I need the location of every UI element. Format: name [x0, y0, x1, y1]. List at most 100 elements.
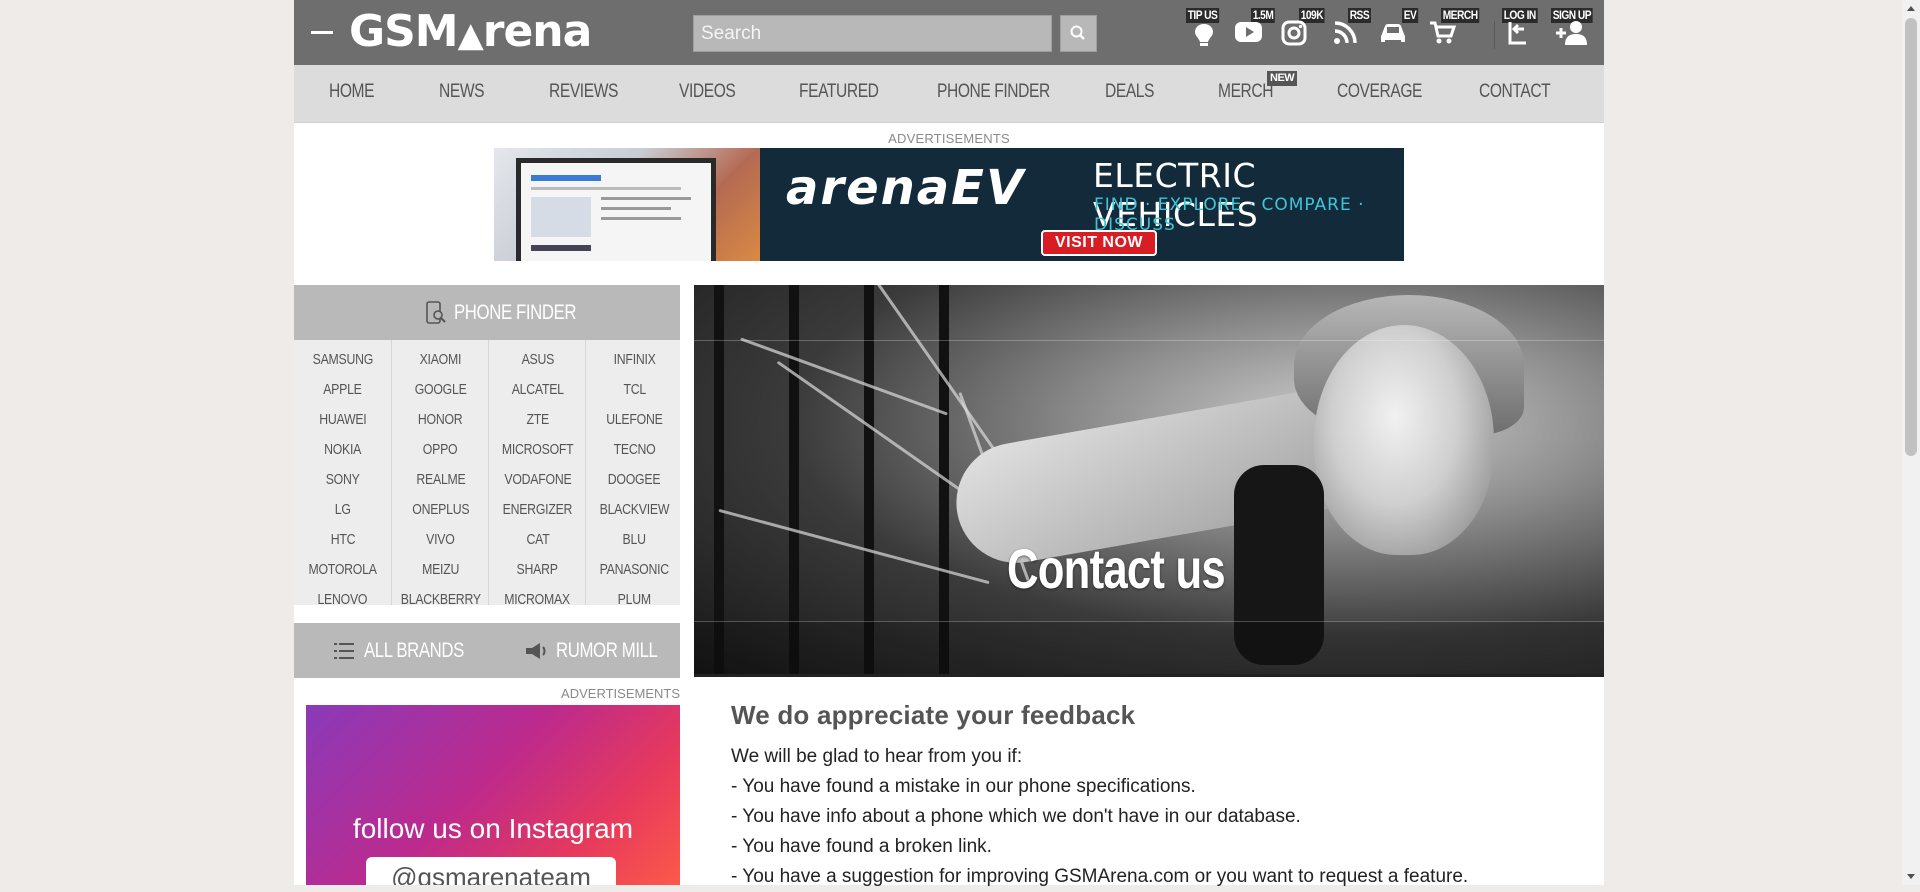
brand-link[interactable]: ALCATEL: [489, 375, 586, 405]
scrollbar-thumb[interactable]: [1905, 18, 1917, 456]
sidebar-ad-label: ADVERTISEMENTS: [561, 686, 680, 701]
all-brands-label: ALL BRANDS: [364, 639, 464, 662]
site-logo[interactable]: GSM▲rena: [349, 6, 592, 61]
brand-link[interactable]: VIVO: [392, 525, 489, 555]
article-heading: We do appreciate your feedback: [731, 700, 1136, 730]
lightbulb-icon: [1195, 24, 1213, 46]
scroll-up-icon[interactable]: [1907, 6, 1915, 11]
merch-link[interactable]: MERCH: [1426, 0, 1480, 65]
top-bar: GSM▲rena TIP US 1.5M: [294, 0, 1604, 65]
brand-link[interactable]: HONOR: [392, 405, 489, 435]
ad-subtitle: FIND · EXPLORE · COMPARE · DISCUSS: [1094, 195, 1365, 235]
brand-link[interactable]: LG: [294, 495, 391, 525]
all-brands-link[interactable]: ALL BRANDS: [334, 623, 489, 678]
brand-link[interactable]: MICROMAX: [489, 585, 586, 615]
article-line: - You have info about a phone which we d…: [731, 806, 1301, 827]
article-intro: We will be glad to hear from you if:: [731, 746, 1023, 767]
brand-link[interactable]: BLACKBERRY: [392, 585, 489, 615]
brand-link[interactable]: HUAWEI: [294, 405, 391, 435]
instagram-ad[interactable]: follow us on Instagram @gsmarenateam: [306, 705, 680, 885]
search-input[interactable]: [694, 16, 1052, 51]
add-user-icon: [1556, 21, 1587, 45]
instagram-handle: @gsmarenateam: [366, 857, 616, 885]
brand-link[interactable]: ASUS: [489, 345, 586, 375]
nav-deals[interactable]: DEALS: [1105, 65, 1154, 122]
log-in-link[interactable]: LOG IN: [1502, 0, 1546, 65]
hero-image: [694, 285, 1604, 677]
nav-reviews[interactable]: REVIEWS: [549, 65, 618, 122]
nav-news[interactable]: NEWS: [439, 65, 485, 122]
brand-link[interactable]: APPLE: [294, 375, 391, 405]
list-icon: [334, 643, 354, 659]
nav-contact[interactable]: CONTACT: [1479, 65, 1551, 122]
brand-link[interactable]: DOOGEE: [586, 465, 683, 495]
nav-home[interactable]: HOME: [329, 65, 375, 122]
instagram-link[interactable]: 109K: [1278, 0, 1325, 65]
brand-link[interactable]: PLUM: [586, 585, 683, 615]
brand-link[interactable]: XIAOMI: [392, 345, 489, 375]
brand-link[interactable]: TCL: [586, 375, 683, 405]
brand-link[interactable]: SHARP: [489, 555, 586, 585]
menu-toggle-icon[interactable]: [311, 31, 333, 34]
brand-link[interactable]: ONEPLUS: [392, 495, 489, 525]
brand-link[interactable]: GOOGLE: [392, 375, 489, 405]
tip-us-link[interactable]: TIP US: [1186, 0, 1226, 65]
brand-link[interactable]: TECNO: [586, 435, 683, 465]
phone-finder-title: PHONE FINDER: [454, 301, 577, 324]
brand-link[interactable]: PANASONIC: [586, 555, 683, 585]
brand-grid: SAMSUNG APPLE HUAWEI NOKIA SONY LG HTC M…: [294, 340, 683, 608]
arenaev-ad-banner[interactable]: arenaEV ELECTRIC VEHICLES FIND · EXPLORE…: [494, 148, 1404, 261]
phone-finder-header[interactable]: PHONE FINDER: [294, 285, 680, 340]
search-box: [693, 15, 1052, 52]
brand-link[interactable]: ZTE: [489, 405, 586, 435]
nav-merch[interactable]: MERCH: [1218, 65, 1273, 122]
brand-link[interactable]: MICROSOFT: [489, 435, 586, 465]
nav-featured[interactable]: FEATURED: [799, 65, 879, 122]
car-icon: [1381, 24, 1405, 42]
brand-link[interactable]: INFINIX: [586, 345, 683, 375]
brand-column: SAMSUNG APPLE HUAWEI NOKIA SONY LG HTC M…: [294, 340, 391, 608]
brand-link[interactable]: NOKIA: [294, 435, 391, 465]
brand-link[interactable]: OPPO: [392, 435, 489, 465]
rumor-mill-label: RUMOR MILL: [556, 639, 658, 662]
ev-link[interactable]: EV: [1378, 0, 1420, 65]
brand-column: ASUS ALCATEL ZTE MICROSOFT VODAFONE ENER…: [488, 340, 586, 608]
phone-search-icon: [426, 301, 446, 324]
rss-link[interactable]: RSS: [1330, 0, 1372, 65]
brand-link[interactable]: SAMSUNG: [294, 345, 391, 375]
brand-link[interactable]: BLACKVIEW: [586, 495, 683, 525]
search-button[interactable]: [1060, 15, 1097, 52]
brand-link[interactable]: LENOVO: [294, 585, 391, 615]
brand-link[interactable]: HTC: [294, 525, 391, 555]
nav-coverage[interactable]: COVERAGE: [1337, 65, 1422, 122]
brand-column: INFINIX TCL ULEFONE TECNO DOOGEE BLACKVI…: [585, 340, 683, 608]
rss-icon: [1334, 21, 1357, 44]
sidebar: PHONE FINDER SAMSUNG APPLE HUAWEI NOKIA …: [294, 285, 680, 885]
article-line: - You have a suggestion for improving GS…: [731, 866, 1469, 887]
brand-link[interactable]: MEIZU: [392, 555, 489, 585]
ad-brand-logo: arenaEV: [786, 160, 1026, 216]
scroll-down-icon[interactable]: [1907, 874, 1915, 879]
page-scrollbar[interactable]: [1902, 0, 1920, 885]
rumor-mill-link[interactable]: RUMOR MILL: [524, 623, 683, 678]
brand-link[interactable]: CAT: [489, 525, 586, 555]
nav-phone-finder[interactable]: PHONE FINDER: [937, 65, 1050, 122]
brand-link[interactable]: VODAFONE: [489, 465, 586, 495]
main-nav: HOME NEWS REVIEWS VIDEOS FEATURED PHONE …: [294, 65, 1604, 123]
brand-link[interactable]: ULEFONE: [586, 405, 683, 435]
sign-up-link[interactable]: SIGN UP: [1548, 0, 1602, 65]
brand-link[interactable]: SONY: [294, 465, 391, 495]
top-bar-divider: [1494, 21, 1495, 49]
brand-link[interactable]: ENERGIZER: [489, 495, 586, 525]
nav-videos[interactable]: VIDEOS: [679, 65, 736, 122]
ad-visit-button[interactable]: VISIT NOW: [1041, 230, 1157, 256]
youtube-link[interactable]: 1.5M: [1232, 0, 1278, 65]
brand-link[interactable]: BLU: [586, 525, 683, 555]
laptop-illustration: [516, 158, 716, 261]
brand-link[interactable]: MOTOROLA: [294, 555, 391, 585]
brand-link[interactable]: REALME: [392, 465, 489, 495]
sidebar-footer: ALL BRANDS RUMOR MILL: [294, 623, 680, 678]
ad-laptop-image: [494, 148, 760, 261]
instagram-ad-text: follow us on Instagram: [352, 813, 634, 844]
page-title: Contact us: [1007, 537, 1226, 600]
